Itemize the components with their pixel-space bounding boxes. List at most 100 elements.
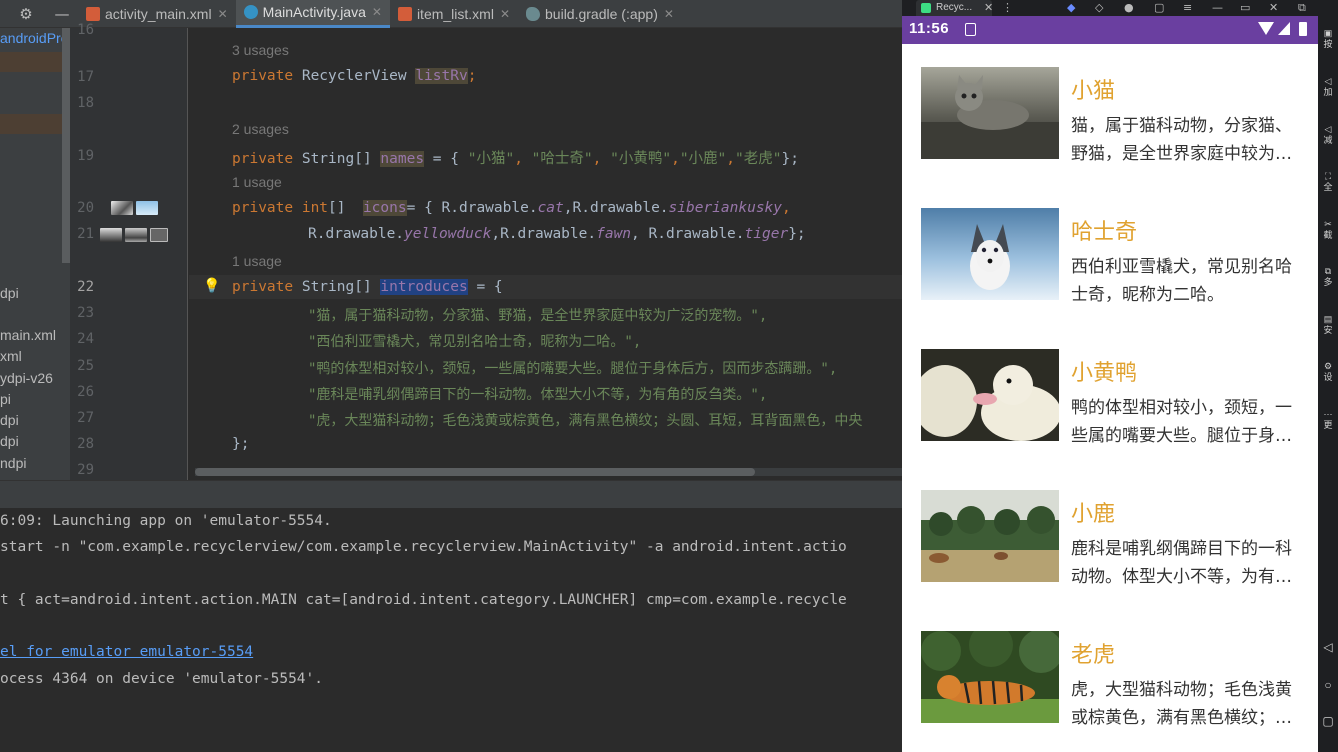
side-button-label: 全 xyxy=(1323,182,1333,192)
minimize-icon[interactable]: — xyxy=(52,4,72,24)
screen-icon[interactable]: ▢ xyxy=(1154,0,1164,16)
line-number: 29 xyxy=(77,462,94,478)
deer-image xyxy=(921,490,1059,582)
side-button-screen[interactable]: ▣ 按 xyxy=(1320,28,1336,50)
list-item[interactable]: 哈士奇 西伯利亚雪橇犬，常见别名哈士奇，昵称为二哈。 xyxy=(902,208,1318,328)
more-vert-icon[interactable]: ⋮ xyxy=(1002,0,1013,16)
emulator-tab-label: Recyc... xyxy=(936,2,973,13)
home-icon[interactable]: ○ xyxy=(1320,679,1336,691)
husky-drawable-thumbnail[interactable] xyxy=(136,201,158,215)
tab-label: MainActivity.java xyxy=(262,4,366,20)
scrollbar-thumb[interactable] xyxy=(195,468,755,476)
side-button-label: 安 xyxy=(1323,325,1333,335)
code-line-21: R.drawable.yellowduck,R.drawable.fawn, R… xyxy=(308,226,806,242)
line-number: 19 xyxy=(77,148,94,164)
code-editor[interactable]: 💡 3 usages private RecyclerView listRv; … xyxy=(189,28,902,480)
line-number: 21 xyxy=(77,226,94,242)
line-number: 28 xyxy=(77,436,94,452)
code-line-17: private RecyclerView listRv; xyxy=(232,68,477,84)
close-icon[interactable]: ✕ xyxy=(372,5,382,19)
account-icon[interactable]: ● xyxy=(1124,0,1134,16)
list-item[interactable]: 小鹿 鹿科是哺乳纲偶蹄目下的一科动物。体型大小不等，为有角的反刍类。 xyxy=(902,490,1318,610)
emulator-window-bar: Recyc... ✕ ⋮ ◆ ◇ ● ▢ ≡ — ▭ ✕ ⧉ xyxy=(902,0,1318,16)
usages-hint[interactable]: 2 usages xyxy=(232,121,289,137)
tree-item[interactable]: ydpi-v26 xyxy=(0,370,53,386)
project-scrollbar[interactable] xyxy=(62,28,70,263)
tree-item[interactable]: dpi xyxy=(0,285,19,301)
console-link[interactable]: el for emulator emulator-5554 xyxy=(0,644,253,660)
lightbulb-intention-icon[interactable]: 💡 xyxy=(203,278,220,294)
line-number: 23 xyxy=(77,305,94,321)
android-icon xyxy=(921,3,931,13)
tree-item[interactable]: dpi xyxy=(0,412,19,428)
usages-hint[interactable]: 3 usages xyxy=(232,42,289,58)
emulator-window-tab[interactable]: Recyc... xyxy=(916,0,992,16)
gradle-elephant-icon xyxy=(526,6,541,21)
list-item[interactable]: 小黄鸭 鸭的体型相对较小，颈短，一些属的嘴要大些。腿位于身体后方，因而步态蹒跚。 xyxy=(902,349,1318,469)
side-button-label: 多 xyxy=(1323,277,1333,287)
project-root-item[interactable]: androidProje xyxy=(0,30,70,46)
recents-icon[interactable]: ▢ xyxy=(1320,715,1336,727)
code-line-27: "虎，大型猫科动物；毛色浅黄或棕黄色，满有黑色横纹；头圆、耳短，耳背面黑色，中央 xyxy=(308,413,863,429)
run-console[interactable]: 6:09: Launching app on 'emulator-5554. s… xyxy=(0,508,902,752)
back-icon[interactable]: ◁ xyxy=(1320,641,1336,653)
list-item[interactable]: 老虎 虎，大型猫科动物；毛色浅黄或棕黄色，满有黑色横纹；头圆、耳短，耳背面黑色，… xyxy=(902,631,1318,751)
wifi-icon xyxy=(1258,22,1274,35)
cat-drawable-thumbnail[interactable] xyxy=(111,201,133,215)
duck-drawable-thumbnail[interactable] xyxy=(100,228,122,242)
side-button-settings[interactable]: ⚙ 设 xyxy=(1320,361,1336,383)
restore-icon[interactable]: ▭ xyxy=(1240,0,1250,16)
close-icon[interactable]: ✕ xyxy=(664,7,674,21)
tab-label: activity_main.xml xyxy=(105,5,212,22)
side-button-label: 截 xyxy=(1323,230,1333,240)
tree-item[interactable]: xml xyxy=(0,348,22,364)
tab-activity-main-xml[interactable]: activity_main.xml ✕ xyxy=(78,0,236,28)
side-button-fullscreen[interactable]: ⛶ 全 xyxy=(1320,171,1336,193)
side-button-volume-up[interactable]: ◁ 加 xyxy=(1320,76,1336,98)
tab-build-gradle[interactable]: build.gradle (:app) ✕ xyxy=(518,0,682,28)
side-button-multi[interactable]: ⧉ 多 xyxy=(1320,266,1336,288)
usages-hint[interactable]: 1 usage xyxy=(232,174,282,190)
side-button-screenshot[interactable]: ✂ 截 xyxy=(1320,219,1336,241)
console-line: t { act=android.intent.action.MAIN cat=[… xyxy=(0,592,847,608)
gear-icon[interactable]: ⚙ xyxy=(16,4,36,24)
close-icon[interactable]: ✕ xyxy=(218,7,228,21)
code-line-24: "西伯利亚雪橇犬，常见别名哈士奇，昵称为二哈。", xyxy=(308,334,642,350)
console-line: ocess 4364 on device 'emulator-5554'. xyxy=(0,671,324,687)
image-placeholder-icon[interactable] xyxy=(150,228,168,242)
side-button-more[interactable]: ⋯ 更 xyxy=(1320,409,1336,431)
duck-image xyxy=(921,349,1059,441)
close-icon[interactable]: ✕ xyxy=(500,7,510,21)
list-item[interactable]: 小猫 猫，属于猫科动物，分家猫、野猫，是全世界家庭中较为广泛的宠物。 xyxy=(902,67,1318,187)
side-button-install[interactable]: ▤ 安 xyxy=(1320,314,1336,336)
side-button-label: 设 xyxy=(1323,372,1333,382)
line-number: 16 xyxy=(77,22,94,38)
tab-label: build.gradle (:app) xyxy=(545,5,658,22)
usages-hint[interactable]: 1 usage xyxy=(232,253,282,269)
item-title: 小鹿 xyxy=(1071,502,1116,527)
tree-item[interactable]: pi xyxy=(0,391,11,407)
tab-main-activity-java[interactable]: MainActivity.java ✕ xyxy=(235,0,390,28)
cast-icon[interactable]: ◇ xyxy=(1095,0,1103,16)
run-panel-header xyxy=(0,480,902,508)
close-icon[interactable]: ✕ xyxy=(984,0,993,16)
menu-icon[interactable]: ≡ xyxy=(1183,0,1192,16)
close-window-icon[interactable]: ✕ xyxy=(1269,0,1278,16)
tree-item[interactable]: ndpi xyxy=(0,455,26,471)
fawn-drawable-thumbnail[interactable] xyxy=(125,228,147,242)
editor-horizontal-scrollbar[interactable] xyxy=(195,468,902,476)
shield-icon[interactable]: ◆ xyxy=(1067,0,1075,16)
tree-item[interactable]: main.xml xyxy=(0,327,56,343)
code-line-19: private String[] names = { "小猫", "哈士奇", … xyxy=(232,151,799,167)
line-number: 27 xyxy=(77,410,94,426)
expand-icon[interactable]: ⧉ xyxy=(1298,0,1306,16)
line-number: 22 xyxy=(77,279,94,295)
side-button-label: 按 xyxy=(1323,39,1333,49)
cat-image xyxy=(921,67,1059,159)
tab-item-list-xml[interactable]: item_list.xml ✕ xyxy=(390,0,518,28)
item-description: 虎，大型猫科动物；毛色浅黄或棕黄色，满有黑色横纹；头圆、耳短，耳背面黑色，中央 xyxy=(1071,680,1292,728)
side-button-volume-down[interactable]: ◁ 减 xyxy=(1320,124,1336,146)
tree-item[interactable]: dpi xyxy=(0,433,19,449)
side-button-label: 更 xyxy=(1323,420,1333,430)
minimize-icon[interactable]: — xyxy=(1212,0,1223,16)
